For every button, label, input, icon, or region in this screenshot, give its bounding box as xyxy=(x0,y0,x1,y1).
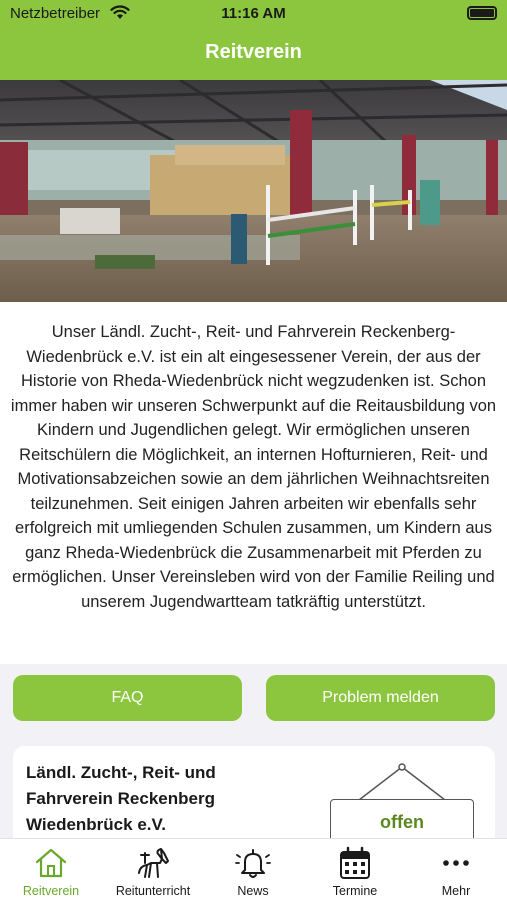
tab-reitunterricht[interactable]: Reitunterricht xyxy=(103,839,203,900)
tab-reitverein[interactable]: Reitverein xyxy=(1,839,101,900)
horse-icon xyxy=(138,848,169,878)
tab-news[interactable]: News xyxy=(203,839,303,900)
more-icon xyxy=(443,860,469,866)
arena-photo xyxy=(0,80,507,302)
club-name: Ländl. Zucht-, Reit- und Fahrverein Reck… xyxy=(26,763,216,834)
calendar-icon xyxy=(340,846,370,879)
tab-label: Reitunterricht xyxy=(115,884,191,898)
battery-icon xyxy=(467,6,497,20)
faq-button[interactable]: FAQ xyxy=(13,675,242,721)
about-section: Unser Ländl. Zucht-, Reit- und Fahrverei… xyxy=(0,302,507,664)
home-icon xyxy=(35,848,67,878)
bell-icon xyxy=(235,849,271,878)
status-badge: offen xyxy=(330,799,474,843)
about-text: Unser Ländl. Zucht-, Reit- und Fahrverei… xyxy=(10,323,497,611)
navigation-bar: Reitverein xyxy=(0,28,507,80)
tab-termine[interactable]: Termine xyxy=(305,839,405,900)
page-title: Reitverein xyxy=(205,41,302,63)
tab-label: Mehr xyxy=(441,884,471,898)
report-problem-button[interactable]: Problem melden xyxy=(266,675,495,721)
tab-mehr[interactable]: Mehr xyxy=(406,839,506,900)
tab-label: Reitverein xyxy=(22,884,80,898)
tab-label: Termine xyxy=(332,884,378,898)
clock: 11:16 AM xyxy=(221,5,286,22)
tab-bar: Reitverein Reitunterricht News Termine M… xyxy=(0,838,507,900)
tab-label: News xyxy=(237,884,269,898)
status-bar: Netzbetreiber 11:16 AM xyxy=(0,0,507,28)
